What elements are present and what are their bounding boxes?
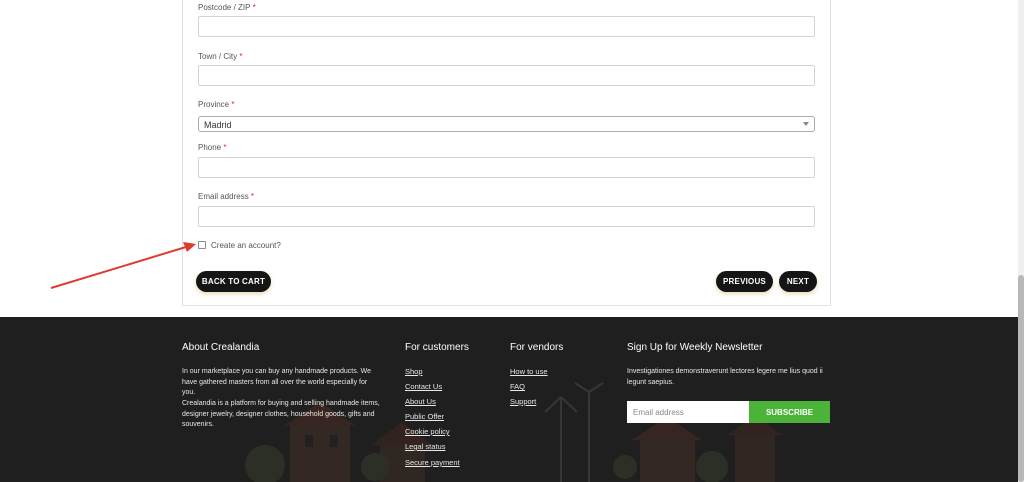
town-input[interactable] [198,65,815,86]
footer-link-public-offer[interactable]: Public Offer [405,412,444,421]
footer-newsletter-text: Investigationes demonstraverunt lectores… [627,368,823,386]
province-selected-value: Madrid [204,120,232,130]
footer-link-legal-status[interactable]: Legal status [405,442,445,451]
phone-input[interactable] [198,157,815,178]
site-footer [0,317,1018,482]
footer-link-how-to-use[interactable]: How to use [510,367,548,376]
scrollbar-thumb[interactable] [1018,275,1024,482]
province-select[interactable]: Madrid [198,116,815,132]
footer-link-faq[interactable]: FAQ [510,382,525,391]
create-account-label[interactable]: Create an account? [211,241,281,250]
province-label: Province * [198,100,235,109]
footer-about-text-2: Crealandia is a platform for buying and … [182,400,380,429]
subscribe-button[interactable]: SUBSCRIBE [749,401,830,423]
footer-link-secure-payment[interactable]: Secure payment [405,458,460,467]
postcode-input[interactable] [198,16,815,37]
footer-newsletter-title: Sign Up for Weekly Newsletter [627,342,763,353]
email-label: Email address * [198,192,255,201]
footer-link-about-us[interactable]: About Us [405,397,436,406]
footer-about-title: About Crealandia [182,342,260,353]
footer-background-illustration [245,382,782,482]
back-to-cart-button[interactable]: BACK TO CART [196,271,271,292]
create-account-checkbox[interactable] [198,241,206,249]
page-scrollbar[interactable] [1018,0,1024,482]
phone-label: Phone * [198,143,227,152]
footer-link-cookie-policy[interactable]: Cookie policy [405,427,450,436]
next-button[interactable]: NEXT [779,271,817,292]
footer-about-text-1: In our marketplace you can buy any handm… [182,368,371,397]
checkout-page: Postcode / ZIP * Town / City * Province … [0,0,1024,482]
footer-customers-title: For customers [405,342,469,353]
town-label: Town / City * [198,52,243,61]
footer-link-support[interactable]: Support [510,397,536,406]
newsletter-email-input[interactable]: Email address [627,401,749,423]
footer-link-contact-us[interactable]: Contact Us [405,382,442,391]
billing-form-card [182,0,831,306]
previous-button[interactable]: PREVIOUS [716,271,773,292]
footer-vendors-title: For vendors [510,342,564,353]
chevron-down-icon [803,122,809,126]
footer-link-shop[interactable]: Shop [405,367,423,376]
postcode-label: Postcode / ZIP * [198,3,256,12]
email-input[interactable] [198,206,815,227]
